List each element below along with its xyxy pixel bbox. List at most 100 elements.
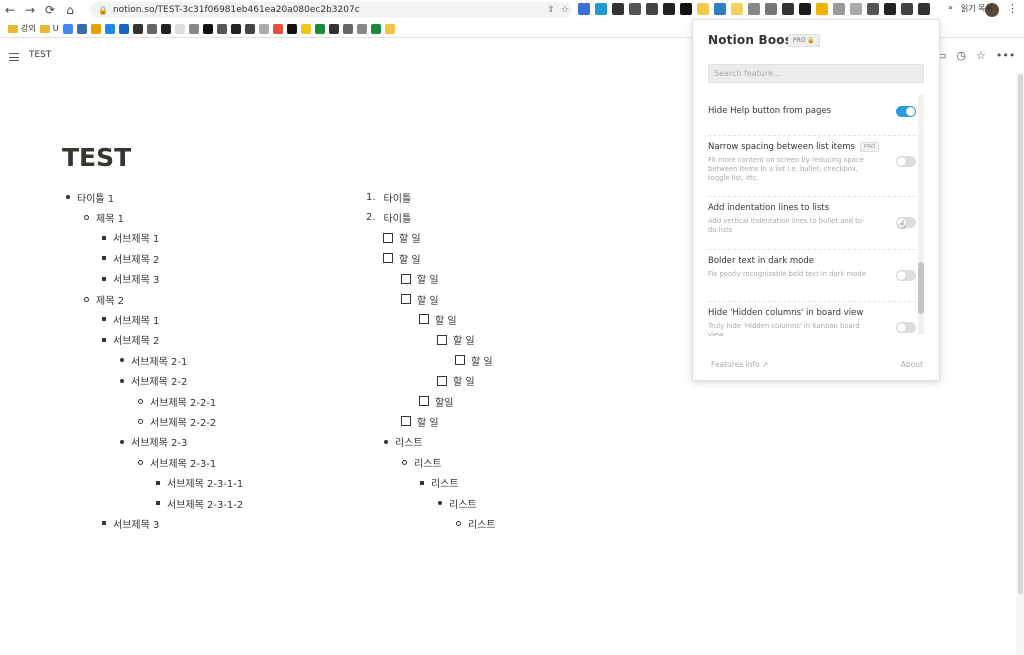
puzzle-icon[interactable]	[901, 3, 913, 15]
list-item[interactable]: 서브제목 3	[102, 516, 159, 531]
todo-item[interactable]: 할 일	[401, 414, 439, 429]
list-item[interactable]: 리스트	[456, 516, 496, 531]
bookmark-icon[interactable]	[258, 23, 269, 34]
history-icon[interactable]: ◷	[956, 49, 966, 62]
list-item[interactable]: 서브제목 3	[102, 272, 159, 286]
list-item[interactable]: 1. 타이틀	[366, 190, 411, 205]
favorite-star-icon[interactable]: ☆	[976, 49, 986, 62]
checkbox[interactable]	[437, 375, 447, 386]
list-item[interactable]: 서브제목 2-3-1-1	[156, 476, 243, 490]
list-item[interactable]: 제목 1	[84, 210, 124, 225]
list-item[interactable]: 서브제목 2-2-1	[138, 394, 216, 409]
bookmark-icon[interactable]	[188, 23, 199, 34]
todo-item[interactable]: 할일	[419, 394, 453, 409]
list-item[interactable]: 리스트	[438, 496, 477, 511]
checkbox[interactable]	[401, 294, 411, 304]
list-item[interactable]: 서브제목 2-2-2	[138, 414, 216, 429]
list-item[interactable]: 서브제목 2-1	[120, 353, 187, 368]
list-item[interactable]: 제목 2	[84, 292, 124, 307]
list-item[interactable]: 서브제목 2-3-1-2	[156, 496, 243, 511]
feature-toggle[interactable]	[896, 322, 916, 333]
extension-icon[interactable]	[680, 3, 692, 15]
extension-icon[interactable]	[595, 3, 607, 15]
bookmark-icon[interactable]	[160, 23, 171, 34]
reading-list-button[interactable]: 읽기 목록	[961, 3, 993, 14]
breadcrumb[interactable]: TEST	[29, 50, 51, 60]
extension-icon[interactable]	[799, 3, 811, 15]
hamburger-menu-icon[interactable]	[9, 53, 19, 61]
checkbox[interactable]	[383, 253, 393, 264]
bookmark-icon[interactable]	[314, 23, 325, 34]
more-bookmarks-button[interactable]: »	[948, 3, 953, 14]
extension-icon[interactable]	[646, 3, 658, 15]
list-item[interactable]: 서브제목 2-2	[120, 374, 187, 388]
feature-toggle[interactable]	[896, 156, 916, 167]
checkbox[interactable]	[437, 334, 447, 345]
about-link[interactable]: About	[901, 360, 923, 369]
todo-item[interactable]: 할 일	[437, 333, 475, 347]
list-item[interactable]: 서브제목 1	[102, 312, 159, 327]
extension-icon[interactable]	[748, 3, 760, 15]
page-scrollbar-thumb[interactable]	[1018, 74, 1023, 594]
forward-icon[interactable]: →	[20, 0, 40, 20]
media-icon[interactable]	[918, 3, 930, 15]
bookmark-icon[interactable]	[62, 23, 73, 34]
feature-toggle[interactable]	[896, 106, 916, 117]
more-options-icon[interactable]: •••	[996, 49, 1015, 62]
extension-icon[interactable]	[782, 3, 794, 15]
bookmark-icon[interactable]	[216, 23, 227, 34]
bookmark-folder[interactable]: U	[39, 24, 59, 33]
list-item[interactable]: 리스트	[384, 435, 423, 449]
bookmark-icon[interactable]	[370, 23, 381, 34]
bookmark-icon[interactable]	[272, 23, 283, 34]
todo-item[interactable]: 할 일	[437, 374, 475, 388]
bookmark-icon[interactable]	[300, 23, 311, 34]
list-item[interactable]: 리스트	[402, 455, 442, 470]
bookmark-icon[interactable]	[146, 23, 157, 34]
extension-icon[interactable]	[578, 3, 590, 15]
bookmark-folder[interactable]: 강의	[8, 23, 36, 34]
list-item[interactable]: 서브제목 2-3-1	[138, 455, 216, 470]
bookmark-icon[interactable]	[90, 23, 101, 34]
address-bar[interactable]: 🔒 notion.so/TEST-3c31f06981eb461ea20a080…	[90, 2, 572, 18]
todo-item[interactable]: 할 일	[419, 312, 457, 327]
extension-icon[interactable]	[714, 3, 726, 15]
bookmark-icon[interactable]	[342, 23, 353, 34]
todo-item[interactable]: 할 일	[401, 292, 439, 307]
list-item[interactable]: 서브제목 1	[102, 231, 159, 245]
list-item[interactable]: 2. 타이틀	[366, 210, 411, 225]
checkbox[interactable]	[455, 355, 465, 366]
extension-icon[interactable]	[663, 3, 675, 15]
browser-menu-icon[interactable]: ⋮	[1007, 2, 1018, 15]
bookmark-icon[interactable]	[384, 23, 395, 34]
bookmark-icon[interactable]	[76, 23, 87, 34]
extension-icon[interactable]	[816, 3, 828, 15]
list-item[interactable]: 서브제목 2	[102, 251, 159, 266]
list-item[interactable]: 리스트	[420, 476, 459, 490]
extension-icon[interactable]	[850, 3, 862, 15]
todo-item[interactable]: 할 일	[383, 231, 421, 245]
home-icon[interactable]: ⌂	[60, 0, 80, 20]
search-feature-input[interactable]: Search feature...	[708, 64, 924, 83]
bookmark-icon[interactable]	[118, 23, 129, 34]
bookmark-icon[interactable]	[328, 23, 339, 34]
extension-icon[interactable]	[629, 3, 641, 15]
extension-icon[interactable]	[697, 3, 709, 15]
popup-scrollbar-thumb[interactable]	[918, 262, 924, 314]
extension-icon[interactable]	[731, 3, 743, 15]
reload-icon[interactable]: ⟳	[40, 0, 60, 20]
extension-icon[interactable]	[867, 3, 879, 15]
bookmark-star-icon[interactable]: ☆	[558, 5, 572, 15]
bookmark-icon[interactable]	[174, 23, 185, 34]
extension-icon[interactable]	[833, 3, 845, 15]
extension-icon[interactable]	[612, 3, 624, 15]
checkbox[interactable]	[401, 416, 411, 427]
checkbox[interactable]	[401, 273, 411, 284]
pro-badge[interactable]: PRO 🔒	[788, 34, 820, 47]
checkbox[interactable]	[383, 232, 393, 243]
feature-toggle[interactable]	[896, 270, 916, 281]
todo-item[interactable]: 할 일	[383, 251, 421, 266]
bookmark-icon[interactable]	[244, 23, 255, 34]
features-info-link[interactable]: Features info ↗	[711, 360, 768, 369]
checkbox[interactable]	[419, 314, 429, 325]
